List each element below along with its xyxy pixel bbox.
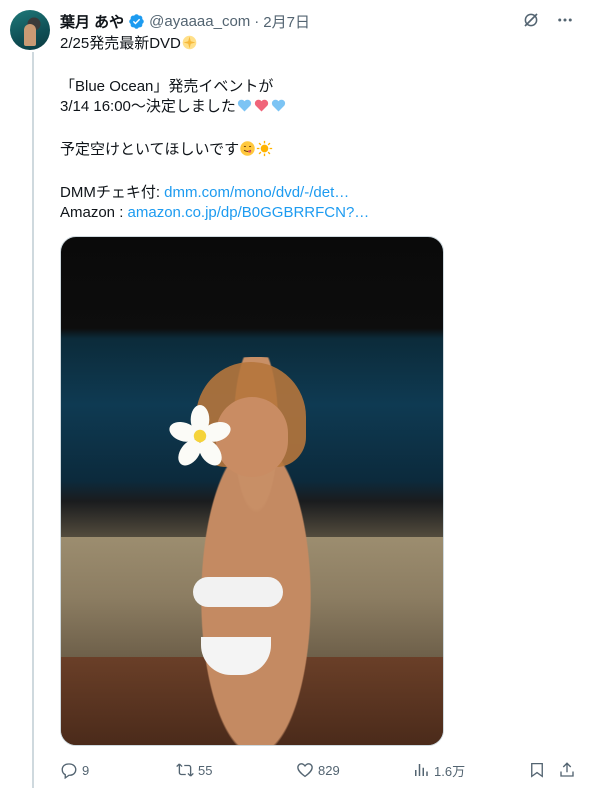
views-icon bbox=[415, 764, 428, 776]
retweet-icon bbox=[176, 763, 194, 777]
sparkle-emoji bbox=[182, 35, 197, 50]
like-icon bbox=[297, 763, 313, 778]
views-button[interactable]: 1.6万 bbox=[412, 758, 465, 782]
photo-bikini-top bbox=[193, 577, 283, 607]
tweet-header: 葉月 あや @ayaaaa_com · 2月7日 bbox=[60, 10, 310, 32]
bookmark-button[interactable] bbox=[528, 758, 546, 782]
dmm-link[interactable]: dmm.com/mono/dvd/-/det… bbox=[164, 184, 349, 201]
like-count: 829 bbox=[318, 762, 340, 778]
avatar[interactable] bbox=[10, 10, 50, 50]
yum-face-emoji bbox=[240, 141, 255, 156]
tweet-line-2: 「Blue Ocean」発売イベントが bbox=[60, 78, 274, 95]
reply-count: 9 bbox=[82, 762, 90, 778]
bookmark-icon bbox=[531, 762, 543, 778]
tweet-text: 2/25発売最新DVD 「Blue Ocean」発売イベントが 3/14 16:… bbox=[60, 34, 480, 223]
blue-heart-icon bbox=[271, 99, 286, 112]
like-button[interactable]: 829 bbox=[296, 758, 340, 782]
amazon-label: Amazon : bbox=[60, 204, 128, 221]
user-handle[interactable]: @ayaaaa_com bbox=[149, 13, 250, 30]
grok-icon[interactable] bbox=[521, 10, 541, 30]
thread-line bbox=[32, 52, 34, 788]
sun-emoji bbox=[256, 140, 273, 157]
tweet-photo[interactable] bbox=[60, 236, 444, 746]
views-count: 1.6万 bbox=[434, 763, 466, 779]
pink-heart-icon bbox=[254, 99, 269, 112]
top-right-actions bbox=[521, 10, 575, 30]
retweet-count: 55 bbox=[198, 762, 213, 778]
plumeria-flower-icon bbox=[169, 405, 231, 466]
amazon-link[interactable]: amazon.co.jp/dp/B0GGBRRFCN?… bbox=[128, 204, 370, 221]
tweet-line-1: 2/25発売最新DVD bbox=[60, 34, 480, 54]
separator-dot: · bbox=[254, 12, 260, 30]
tweet-line-4: 予定空けといてほしいです bbox=[60, 140, 480, 160]
blue-heart-icon bbox=[237, 99, 252, 112]
more-icon[interactable] bbox=[555, 10, 575, 30]
reply-icon bbox=[61, 763, 77, 779]
dmm-label: DMMチェキ付: bbox=[60, 184, 165, 201]
tweet-line-5: DMMチェキ付: dmm.com/mono/dvd/-/det… bbox=[60, 183, 480, 203]
event-date-text: 3/14 16:00～決定しました bbox=[60, 98, 236, 115]
reply-button[interactable]: 9 bbox=[60, 758, 89, 782]
tweet-actions: 9 55 829 1.6万 bbox=[60, 758, 580, 782]
share-icon bbox=[560, 762, 574, 777]
timestamp[interactable]: 2月7日 bbox=[263, 11, 310, 32]
share-button[interactable] bbox=[558, 758, 576, 782]
schedule-text: 予定空けといてほしいです bbox=[60, 141, 240, 158]
display-name[interactable]: 葉月 あや bbox=[60, 11, 124, 32]
tweet-line-6: Amazon : amazon.co.jp/dp/B0GGBRRFCN?… bbox=[60, 203, 480, 223]
tweet-line-3: 3/14 16:00～決定しました bbox=[60, 97, 480, 117]
retweet-button[interactable]: 55 bbox=[176, 758, 212, 782]
verified-badge-icon bbox=[129, 13, 144, 29]
dvd-release-text: 2/25発売最新DVD bbox=[60, 35, 181, 52]
